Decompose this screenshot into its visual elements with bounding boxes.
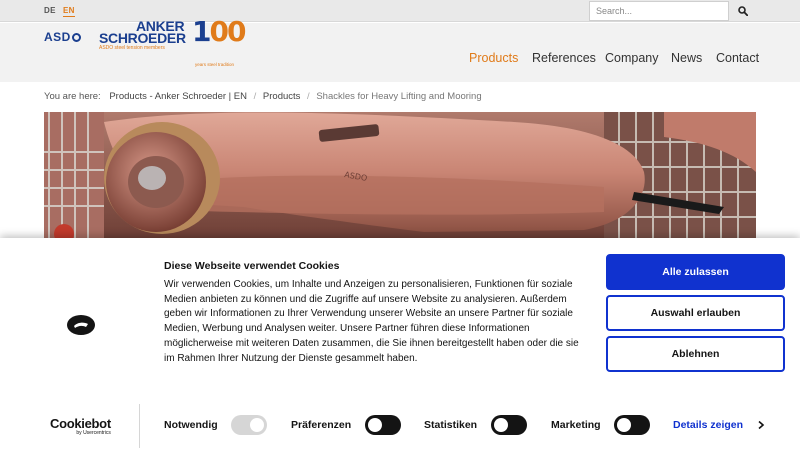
cookiebot-logo[interactable]: Cookiebot by Usercentrics: [50, 416, 111, 436]
logo-anker-tagline: ASDO steel tension members: [99, 45, 165, 51]
breadcrumb-link-products[interactable]: Products: [263, 91, 301, 102]
asdo-logo[interactable]: ASD: [44, 30, 81, 44]
allow-all-button[interactable]: Alle zulassen: [606, 254, 785, 290]
search-icon: [738, 6, 748, 16]
language-de-link[interactable]: DE: [44, 6, 56, 15]
logo-100-digit: 1: [192, 15, 212, 48]
top-utility-bar: DE EN: [0, 0, 800, 22]
toggle-preferences[interactable]: [365, 415, 401, 435]
breadcrumb: You are here: Products - Anker Schroeder…: [44, 91, 482, 102]
toggle-knob: [368, 418, 382, 432]
toggle-label-marketing: Marketing: [551, 419, 601, 431]
cookie-title: Diese Webseite verwendet Cookies: [164, 260, 340, 272]
cookiebot-brand: Cookiebot: [50, 416, 111, 431]
toggle-knob: [617, 418, 631, 432]
toggle-label-statistics: Statistiken: [424, 419, 478, 431]
toggle-knob: [494, 418, 508, 432]
asdo-logo-text: ASD: [44, 30, 71, 44]
toggle-marketing[interactable]: [614, 415, 650, 435]
breadcrumb-current: Shackles for Heavy Lifting and Mooring: [316, 91, 482, 102]
toggle-label-necessary: Notwendig: [164, 419, 218, 431]
details-show-link[interactable]: Details zeigen: [673, 419, 743, 431]
nav-news[interactable]: News: [671, 51, 702, 65]
cookie-description: Wir verwenden Cookies, um Inhalte und An…: [164, 279, 579, 364]
decline-button[interactable]: Ablehnen: [606, 336, 785, 372]
nav-products[interactable]: Products: [469, 51, 518, 65]
search-input[interactable]: [589, 1, 729, 21]
hero-image: ASDO: [44, 112, 756, 240]
breadcrumb-link-home[interactable]: Products - Anker Schroeder | EN: [109, 91, 247, 102]
cookie-divider: [139, 404, 140, 448]
logo-100-tagline: years steel tradition: [195, 62, 235, 67]
cookiebot-mark-icon: [66, 314, 96, 341]
breadcrumb-separator: /: [307, 91, 310, 102]
nav-references[interactable]: References: [532, 51, 596, 65]
toggle-knob: [250, 418, 264, 432]
logo-100-zeros: 00: [209, 15, 246, 48]
nav-company[interactable]: Company: [605, 51, 659, 65]
language-en-link[interactable]: EN: [63, 6, 75, 17]
logo-schroeder-text: SCHROEDER: [99, 30, 186, 46]
shackle-photo: ASDO: [44, 112, 756, 240]
100-years-logo: 100 years steel tradition: [192, 15, 246, 68]
breadcrumb-separator: /: [253, 91, 257, 102]
toggle-necessary: [231, 415, 267, 435]
search-button[interactable]: [733, 2, 753, 20]
nav-contact[interactable]: Contact: [716, 51, 759, 65]
chevron-right-icon[interactable]: [757, 420, 765, 430]
allow-selection-button[interactable]: Auswahl erlauben: [606, 295, 785, 331]
toggle-statistics[interactable]: [491, 415, 527, 435]
toggle-label-preferences: Präferenzen: [291, 419, 352, 431]
asdo-logo-o-ring: [71, 33, 81, 42]
breadcrumb-prefix: You are here:: [44, 91, 101, 102]
